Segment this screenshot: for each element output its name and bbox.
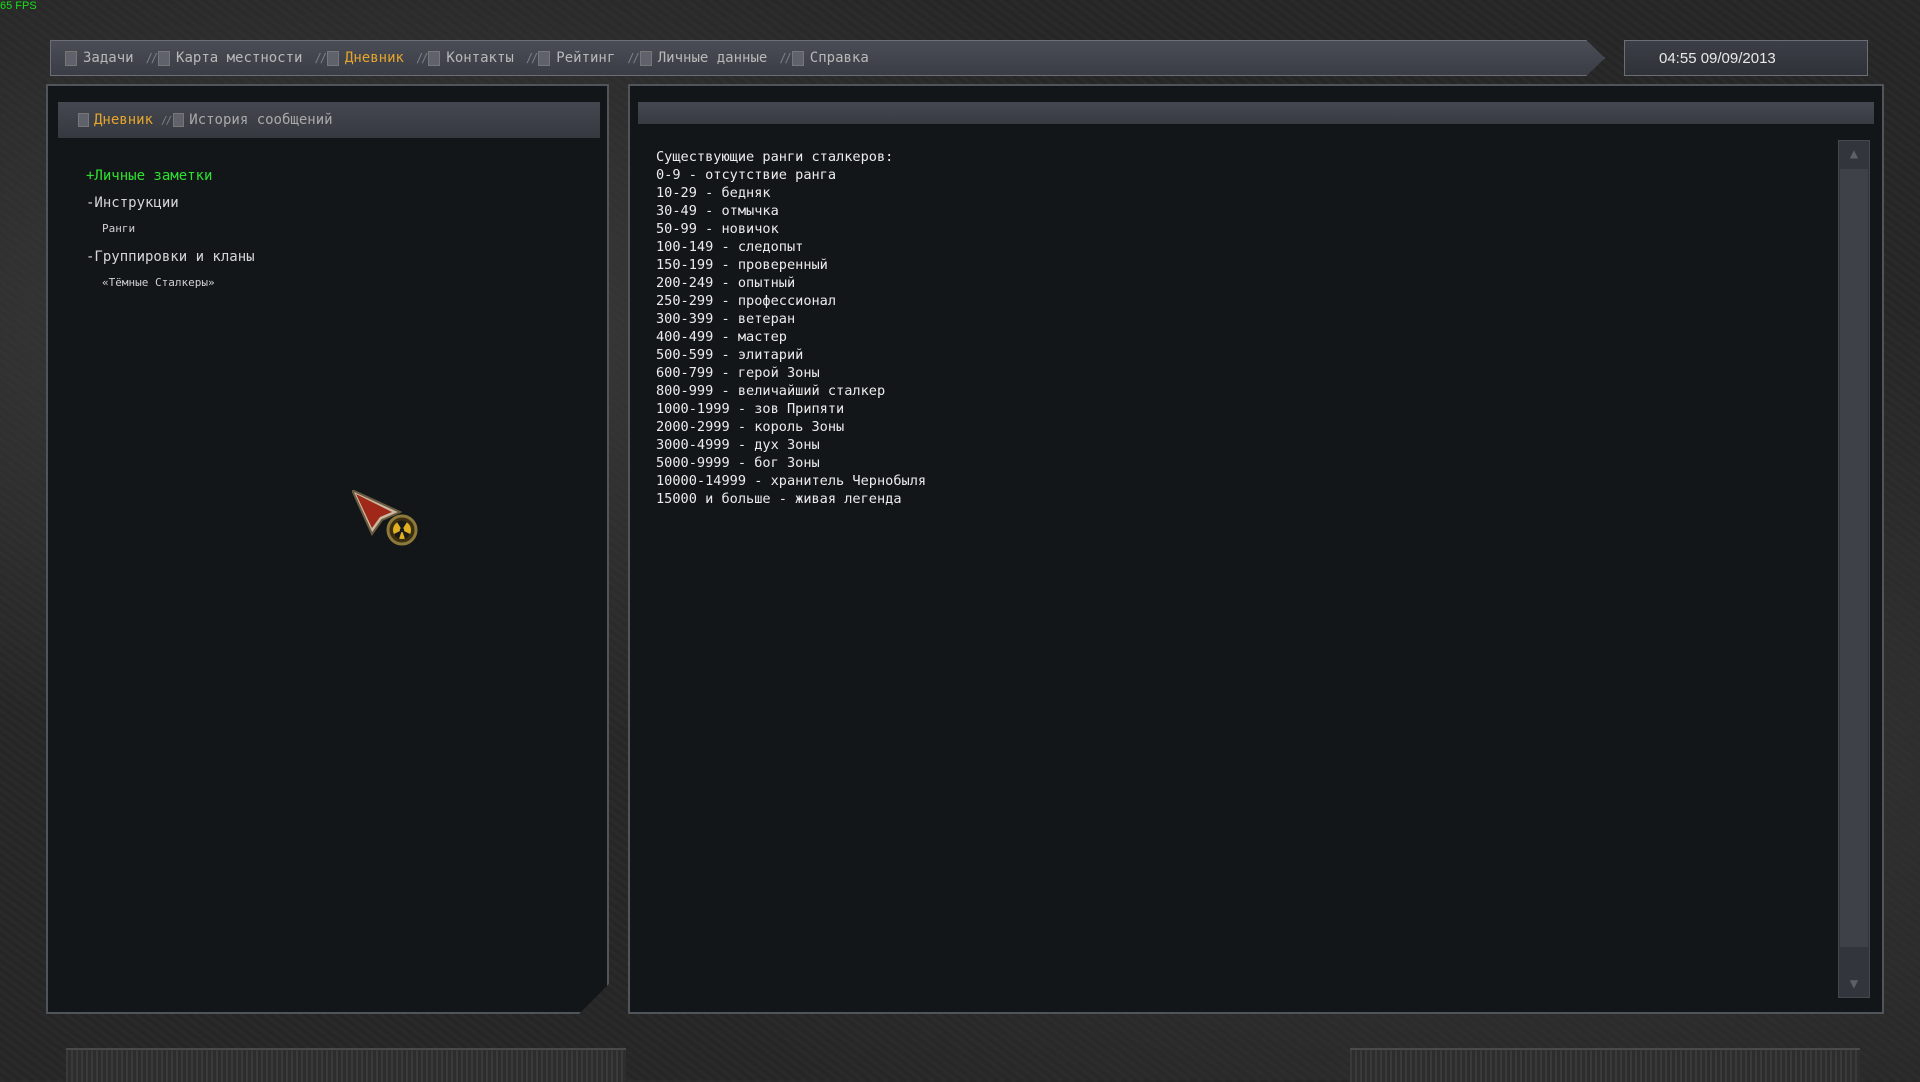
rank-line: 30-49 - отмычка: [656, 203, 779, 219]
diary-subtab-bar: Дневник // История сообщений: [58, 102, 600, 138]
rank-line: 10-29 - бедняк: [656, 185, 771, 201]
tree-item-ranks[interactable]: Ранги: [102, 222, 255, 235]
tab-icon: [158, 50, 171, 66]
tab-tasks[interactable]: Задачи: [65, 50, 134, 66]
rank-line: 250-299 - профессионал: [656, 293, 837, 309]
tab-separator: //: [145, 51, 159, 65]
tab-icon: [791, 50, 804, 66]
tab-personal-data[interactable]: // Личные данные: [627, 50, 767, 66]
tab-help[interactable]: // Справка: [779, 50, 868, 66]
tab-label: Дневник: [344, 50, 404, 66]
tab-icon: [428, 50, 441, 66]
tab-label: Рейтинг: [556, 50, 616, 66]
diary-text: Существующие ранги сталкеров: 0-9 - отсут…: [656, 148, 926, 508]
scrollbar[interactable]: ▲ ▼: [1838, 140, 1870, 998]
diary-content-panel: Существующие ранги сталкеров: 0-9 - отсут…: [628, 84, 1884, 1014]
tab-map[interactable]: // Карта местности: [146, 50, 303, 66]
tab-icon: [639, 50, 652, 66]
content-header-bar: [638, 102, 1874, 124]
tab-label: Задачи: [83, 50, 134, 66]
tab-separator: //: [525, 51, 539, 65]
rank-line: 400-499 - мастер: [656, 329, 787, 345]
tab-diary[interactable]: // Дневник: [314, 50, 403, 66]
tab-separator: //: [627, 51, 640, 65]
tab-separator: //: [779, 51, 792, 65]
subtab-label: История сообщений: [189, 112, 333, 128]
tab-rating[interactable]: // Рейтинг: [526, 50, 615, 66]
rank-line: 300-399 - ветеран: [656, 311, 796, 327]
rank-line: 500-599 - элитарий: [656, 347, 804, 363]
tab-contacts[interactable]: // Контакты: [416, 50, 514, 66]
subtab-icon: [173, 113, 184, 127]
tree-item-dark-stalkers[interactable]: «Тёмные Сталкеры»: [102, 276, 255, 289]
fps-counter: 65 FPS: [0, 0, 37, 12]
subtab-icon: [78, 113, 89, 127]
rank-line: 800-999 - величайший сталкер: [656, 383, 886, 399]
subtab-diary[interactable]: Дневник: [78, 112, 153, 128]
tab-label: Личные данные: [657, 50, 768, 66]
scroll-down-icon[interactable]: ▼: [1839, 971, 1869, 997]
tab-icon: [65, 50, 77, 66]
tab-icon: [538, 50, 551, 66]
radiation-cursor-icon: [352, 490, 418, 546]
tab-separator: //: [314, 51, 327, 65]
rank-line: 0-9 - отсутствие ранга: [656, 167, 837, 183]
subtab-separator: //: [161, 113, 171, 127]
rank-line: 2000-2999 - король Зоны: [656, 419, 845, 435]
pda-tab-bar: Задачи // Карта местности // Дневник // …: [50, 40, 1605, 76]
rank-line: 3000-4999 - дух Зоны: [656, 437, 820, 453]
scroll-up-icon[interactable]: ▲: [1839, 141, 1869, 167]
tab-label: Контакты: [446, 50, 514, 66]
tree-node-instructions[interactable]: -Инструкции: [86, 195, 255, 211]
subtab-message-history[interactable]: // История сообщений: [161, 112, 333, 128]
rank-line: Существующие ранги сталкеров:: [656, 149, 894, 165]
tab-label: Карта местности: [176, 50, 303, 66]
rank-line: 5000-9999 - бог Зоны: [656, 455, 820, 471]
scroll-thumb[interactable]: [1840, 169, 1868, 947]
bottom-vent-right: [1350, 1048, 1860, 1082]
rank-line: 200-249 - опытный: [656, 275, 796, 291]
rank-line: 10000-14999 - хранитель Чернобыля: [656, 473, 927, 489]
rank-line: 150-199 - проверенный: [656, 257, 828, 273]
tab-separator: //: [415, 51, 429, 65]
diary-tree-panel: Дневник // История сообщений +Личные зам…: [46, 84, 609, 1014]
tab-label: Справка: [809, 50, 869, 66]
rank-line: 100-149 - следопыт: [656, 239, 804, 255]
tree-node-factions[interactable]: -Группировки и кланы: [86, 249, 255, 265]
tree-node-personal-notes[interactable]: +Личные заметки: [86, 168, 255, 184]
clock-display: 04:55 09/09/2013: [1624, 40, 1868, 76]
rank-line: 50-99 - новичок: [656, 221, 779, 237]
bottom-vent-left: [66, 1048, 626, 1082]
diary-tree: +Личные заметки -Инструкции Ранги -Групп…: [86, 168, 255, 303]
subtab-label: Дневник: [94, 112, 154, 128]
rank-line: 600-799 - герой Зоны: [656, 365, 820, 381]
rank-line: 15000 и больше - живая легенда: [656, 491, 902, 507]
rank-line: 1000-1999 - зов Припяти: [656, 401, 845, 417]
tab-icon: [326, 50, 339, 66]
